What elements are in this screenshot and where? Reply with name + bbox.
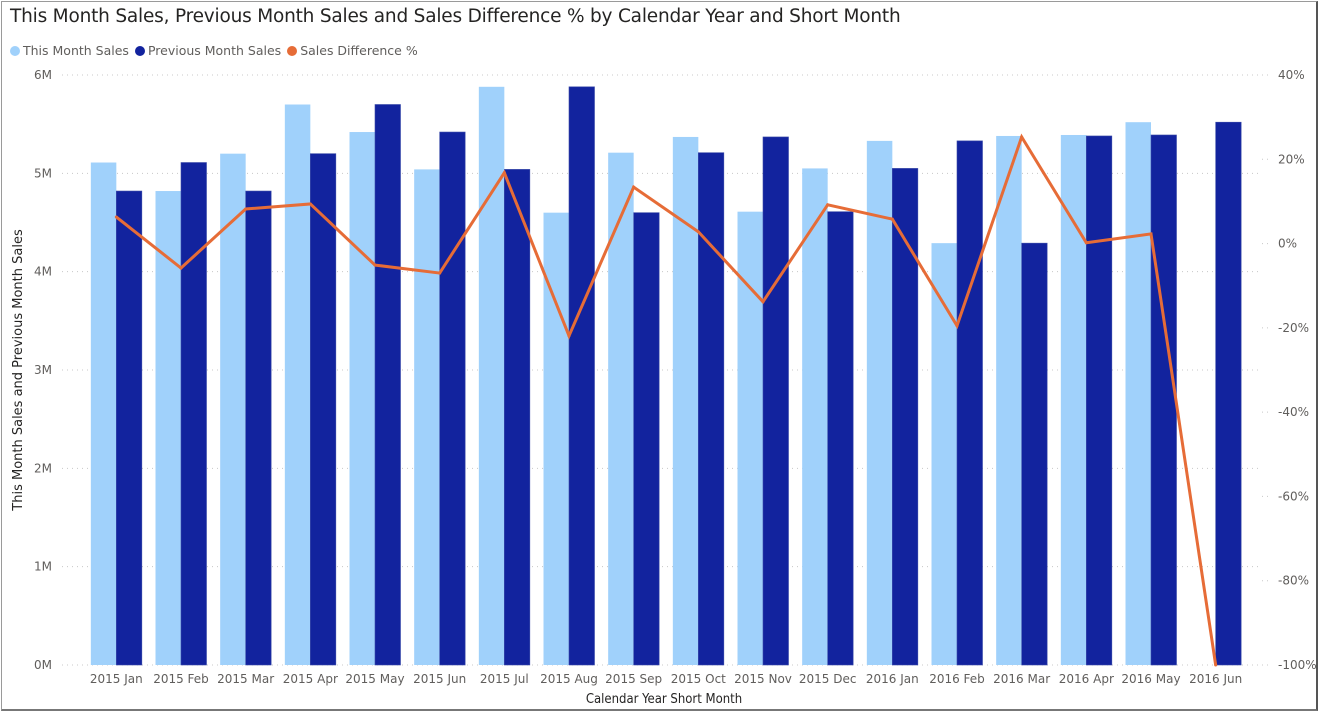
line-point-sales-difference[interactable] xyxy=(1149,232,1153,236)
line-point-sales-difference[interactable] xyxy=(955,324,959,328)
y-tick-label: 2M xyxy=(34,461,52,475)
x-tick-label: 2015 Dec xyxy=(799,672,857,686)
line-point-sales-difference[interactable] xyxy=(502,171,506,175)
x-tick-label: 2015 Jun xyxy=(413,672,466,686)
combo-chart: 0M 1M 2M 3M 4M 5M 6M -100% -80% -60% -40% -20% 0% 20… xyxy=(11,68,1317,707)
bar-previous-month-sales[interactable] xyxy=(116,190,143,666)
x-tick-label: 2016 May xyxy=(1121,672,1180,686)
bar-this-month-sales[interactable] xyxy=(90,162,117,665)
line-series xyxy=(114,133,1218,667)
y-axis-title: This Month Sales and Previous Month Sale… xyxy=(11,229,26,512)
line-point-sales-difference[interactable] xyxy=(373,263,377,267)
x-tick-label: 2016 Feb xyxy=(929,672,985,686)
bar-this-month-sales[interactable] xyxy=(1060,134,1087,665)
y-tick-label: 3M xyxy=(34,363,52,377)
x-tick-label: 2016 Apr xyxy=(1059,672,1114,686)
x-tick-label: 2015 Aug xyxy=(540,672,598,686)
y-tick-label: 1M xyxy=(34,560,52,574)
x-tick-label: 2015 Jul xyxy=(480,672,529,686)
y-tick-label: 5M xyxy=(34,166,52,180)
bar-this-month-sales[interactable] xyxy=(284,104,311,666)
bar-previous-month-sales[interactable] xyxy=(1086,135,1113,666)
y-axis-right-ticks: -100% -80% -60% -40% -20% 0% 20% 40% xyxy=(1262,68,1317,672)
bar-previous-month-sales[interactable] xyxy=(762,136,789,666)
bar-previous-month-sales[interactable] xyxy=(1021,242,1048,666)
x-tick-label: 2016 Mar xyxy=(993,672,1050,686)
x-tick-label: 2015 May xyxy=(345,672,404,686)
y-tick-label: 4M xyxy=(34,265,52,279)
line-point-sales-difference[interactable] xyxy=(696,230,700,234)
bar-previous-month-sales[interactable] xyxy=(698,152,725,666)
x-tick-label: 2015 Nov xyxy=(734,672,792,686)
bar-previous-month-sales[interactable] xyxy=(827,211,854,666)
bar-previous-month-sales[interactable] xyxy=(504,169,531,666)
y2-tick-label: 0% xyxy=(1278,237,1297,251)
line-point-sales-difference[interactable] xyxy=(308,202,312,206)
bar-this-month-sales[interactable] xyxy=(996,135,1022,665)
line-point-sales-difference[interactable] xyxy=(826,203,830,207)
x-tick-label: 2016 Jun xyxy=(1189,672,1242,686)
bar-this-month-sales[interactable] xyxy=(478,86,505,666)
bar-previous-month-sales[interactable] xyxy=(1215,121,1242,666)
bar-previous-month-sales[interactable] xyxy=(1150,134,1177,666)
bar-this-month-sales[interactable] xyxy=(608,152,634,665)
x-tick-label: 2016 Jan xyxy=(866,672,919,686)
bar-previous-month-sales[interactable] xyxy=(439,131,466,666)
line-point-sales-difference[interactable] xyxy=(114,215,118,219)
bar-previous-month-sales[interactable] xyxy=(245,190,272,666)
x-tick-label: 2015 Apr xyxy=(283,672,338,686)
x-tick-label: 2015 Feb xyxy=(153,672,209,686)
line-point-sales-difference[interactable] xyxy=(179,266,183,270)
x-axis-ticks: 2015 Jan 2015 Feb 2015 Mar 2015 Apr 2015 May… xyxy=(90,672,1242,686)
line-point-sales-difference[interactable] xyxy=(1020,135,1024,139)
y2-tick-label: -40% xyxy=(1278,405,1309,419)
bar-this-month-sales[interactable] xyxy=(349,132,376,666)
bar-previous-month-sales[interactable] xyxy=(374,104,401,666)
y2-tick-label: -100% xyxy=(1278,658,1317,672)
line-sales-difference[interactable] xyxy=(115,133,1218,666)
bar-previous-month-sales[interactable] xyxy=(180,162,207,666)
line-point-sales-difference[interactable] xyxy=(438,271,442,275)
y2-tick-label: 40% xyxy=(1278,68,1305,82)
x-tick-label: 2015 Sep xyxy=(605,672,662,686)
bar-this-month-sales[interactable] xyxy=(414,169,440,665)
line-point-sales-difference[interactable] xyxy=(632,185,636,189)
y2-tick-label: 20% xyxy=(1278,152,1305,166)
line-point-sales-difference[interactable] xyxy=(1214,663,1218,667)
x-tick-label: 2015 Jan xyxy=(90,672,143,686)
line-point-sales-difference[interactable] xyxy=(244,207,248,211)
y2-tick-label: -20% xyxy=(1278,321,1309,335)
bar-series xyxy=(90,86,1242,666)
y-tick-label: 0M xyxy=(34,658,52,672)
bar-previous-month-sales[interactable] xyxy=(310,153,337,666)
bar-this-month-sales[interactable] xyxy=(802,168,828,665)
x-tick-label: 2015 Mar xyxy=(217,672,274,686)
bar-this-month-sales[interactable] xyxy=(155,191,182,666)
x-axis-title: Calendar Year Short Month xyxy=(586,692,742,707)
bar-this-month-sales[interactable] xyxy=(1125,122,1152,665)
y2-tick-label: -80% xyxy=(1278,574,1309,588)
line-point-sales-difference[interactable] xyxy=(890,217,894,221)
y-tick-label: 6M xyxy=(34,68,52,82)
bar-previous-month-sales[interactable] xyxy=(956,140,983,666)
y-axis-left-ticks: 0M 1M 2M 3M 4M 5M 6M xyxy=(34,68,52,672)
line-point-sales-difference[interactable] xyxy=(1084,241,1088,245)
y2-tick-label: -60% xyxy=(1278,489,1309,503)
bar-previous-month-sales[interactable] xyxy=(568,86,595,666)
x-tick-label: 2015 Oct xyxy=(671,672,726,686)
line-point-sales-difference[interactable] xyxy=(761,300,765,304)
line-point-sales-difference[interactable] xyxy=(567,334,571,338)
bar-previous-month-sales[interactable] xyxy=(633,212,660,666)
